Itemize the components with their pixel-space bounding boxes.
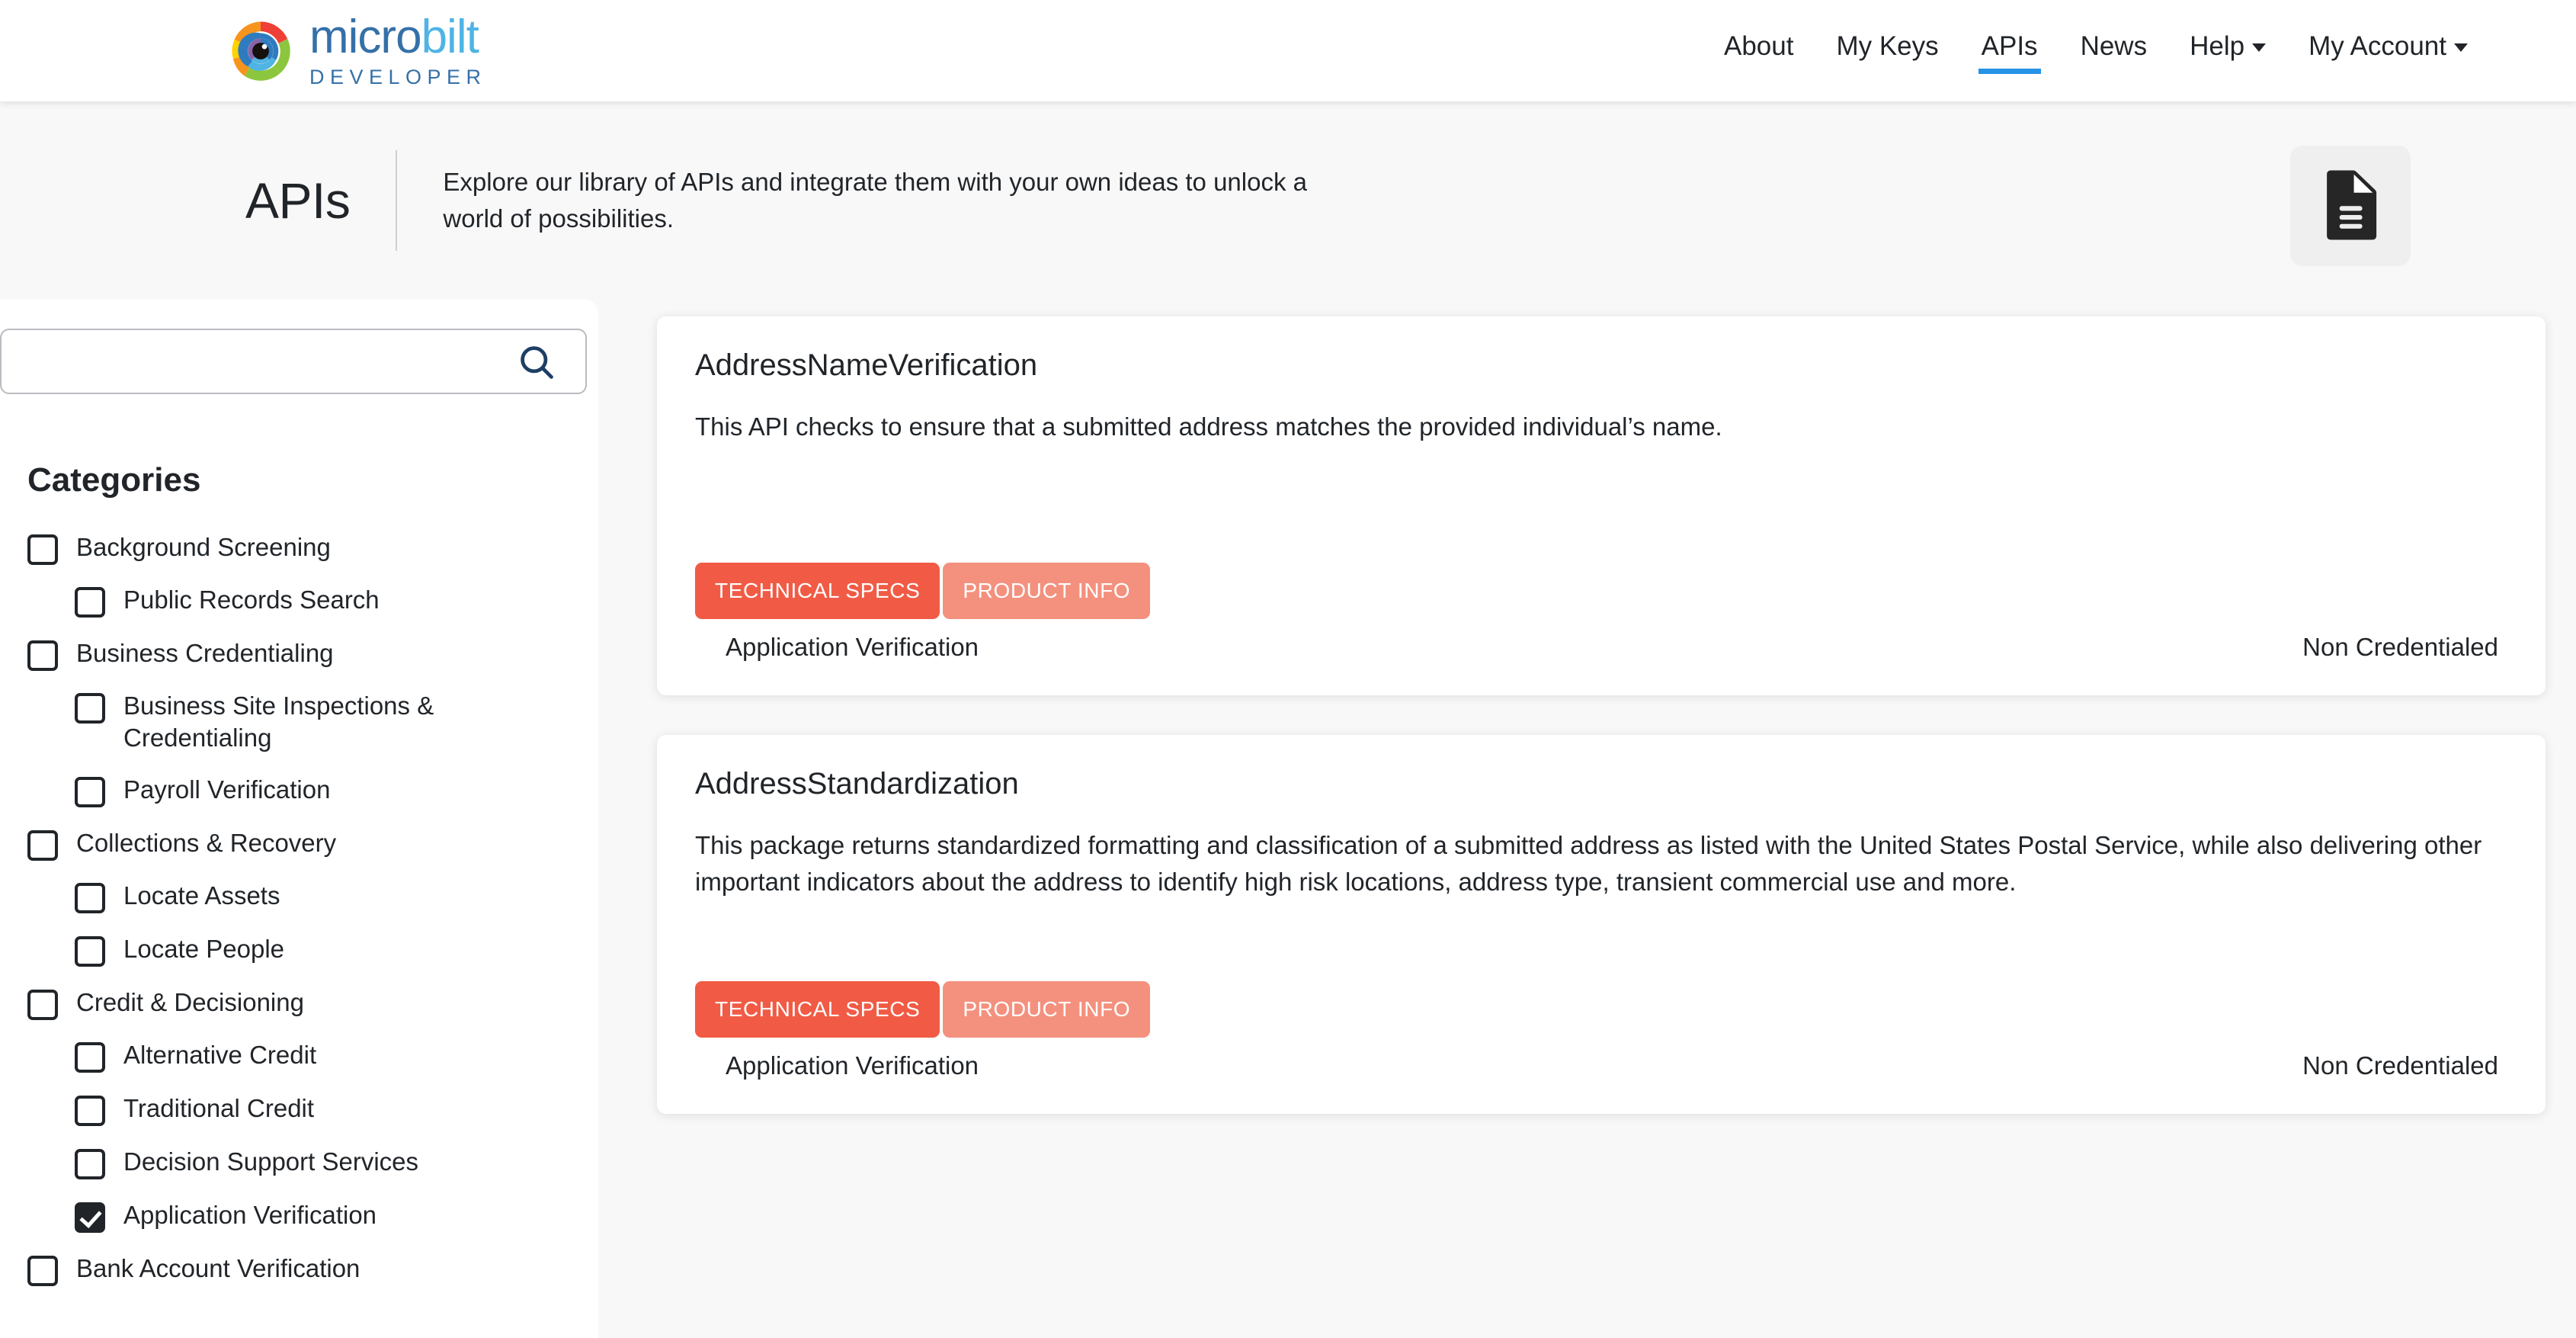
category-label: Payroll Verification xyxy=(123,775,331,804)
category-checkbox[interactable] xyxy=(75,777,105,808)
category-checkbox[interactable] xyxy=(75,1202,105,1234)
category-checkbox[interactable] xyxy=(75,1149,105,1180)
chevron-down-icon xyxy=(2252,43,2267,52)
nav-item-help-label: Help xyxy=(2190,30,2245,61)
product-info-button[interactable]: PRODUCT INFO xyxy=(943,563,1151,619)
category-checkbox[interactable] xyxy=(75,1096,105,1127)
category-label: Application Verification xyxy=(123,1201,377,1230)
category-checkbox[interactable] xyxy=(75,587,105,618)
nav-item-my-account-label: My Account xyxy=(2308,30,2446,61)
nav-links: About My Keys APIs News Help My Account xyxy=(1721,24,2471,79)
category-checkbox[interactable] xyxy=(27,830,58,862)
product-info-button[interactable]: PRODUCT INFO xyxy=(943,981,1151,1038)
page-header-band: APIs Explore our library of APIs and int… xyxy=(0,101,2576,300)
category-row[interactable]: Bank Account Verification xyxy=(0,1253,598,1287)
document-icon xyxy=(2321,170,2380,242)
categories-heading: Categories xyxy=(27,461,201,499)
api-card-actions: TECHNICAL SPECS PRODUCT INFO xyxy=(695,563,2507,619)
category-row[interactable]: Public Records Search xyxy=(0,584,598,618)
category-row[interactable]: Business Site Inspections & Credentialin… xyxy=(0,690,598,754)
category-checkbox[interactable] xyxy=(75,693,105,724)
api-cards-list: AddressNameVerification This API checks t… xyxy=(657,316,2546,1154)
api-card-footer: Application Verification Non Credentialed xyxy=(695,619,2507,695)
api-card: AddressStandardization This package retur… xyxy=(657,735,2546,1114)
brand-name-part2: bilt xyxy=(421,11,479,63)
category-row[interactable]: Locate Assets xyxy=(0,880,598,914)
search-input[interactable] xyxy=(0,329,587,394)
brand-wordmark: microbilt DEVELOPER xyxy=(309,14,487,88)
nav-item-my-keys[interactable]: My Keys xyxy=(1833,24,1941,79)
api-card-credential-status: Non Credentialed xyxy=(2302,1051,2498,1080)
category-checkbox[interactable] xyxy=(27,534,58,565)
microbilt-eye-logo-icon xyxy=(229,19,293,83)
nav-item-news[interactable]: News xyxy=(2078,24,2151,79)
category-row[interactable]: Alternative Credit xyxy=(0,1039,598,1073)
search-container xyxy=(0,329,587,394)
category-row[interactable]: Credit & Decisioning xyxy=(0,987,598,1021)
category-row[interactable]: Decision Support Services xyxy=(0,1146,598,1180)
api-card-credential-status: Non Credentialed xyxy=(2302,633,2498,661)
category-label: Bank Account Verification xyxy=(76,1254,360,1283)
page-header-inner: APIs Explore our library of APIs and int… xyxy=(245,150,1327,251)
category-label: Public Records Search xyxy=(123,586,380,614)
category-checkbox[interactable] xyxy=(75,936,105,967)
api-card-category: Application Verification xyxy=(726,633,979,661)
api-card-title: AddressNameVerification xyxy=(695,348,1038,382)
category-label: Decision Support Services xyxy=(123,1147,419,1176)
technical-specs-button[interactable]: TECHNICAL SPECS xyxy=(695,563,940,619)
api-card-actions: TECHNICAL SPECS PRODUCT INFO xyxy=(695,981,2507,1038)
category-label: Credit & Decisioning xyxy=(76,988,304,1017)
page-content: Categories Background Screening Public Re… xyxy=(0,300,2576,1338)
category-row[interactable]: Locate People xyxy=(0,933,598,967)
category-checkbox[interactable] xyxy=(75,883,105,914)
category-checkbox[interactable] xyxy=(27,990,58,1021)
page-title: APIs xyxy=(245,172,351,229)
category-label: Business Site Inspections & Credentialin… xyxy=(123,691,434,752)
brand-subtitle: DEVELOPER xyxy=(309,66,487,88)
api-card-category: Application Verification xyxy=(726,1051,979,1080)
chevron-down-icon xyxy=(2454,43,2468,52)
brand-name-part1: micro xyxy=(309,11,422,63)
category-row[interactable]: Business Credentialing xyxy=(0,637,598,671)
api-card: AddressNameVerification This API checks t… xyxy=(657,316,2546,695)
category-label: Alternative Credit xyxy=(123,1041,317,1070)
category-checkbox[interactable] xyxy=(75,1042,105,1073)
category-row[interactable]: Payroll Verification xyxy=(0,774,598,808)
nav-item-about[interactable]: About xyxy=(1721,24,1796,79)
documentation-button[interactable] xyxy=(2290,146,2411,266)
category-label: Traditional Credit xyxy=(123,1094,315,1123)
nav-item-help[interactable]: Help xyxy=(2187,24,2269,79)
category-row[interactable]: Collections & Recovery xyxy=(0,827,598,862)
api-card-title: AddressStandardization xyxy=(695,767,1019,801)
api-card-footer: Application Verification Non Credentialed xyxy=(695,1038,2507,1114)
api-card-description: This API checks to ensure that a submitt… xyxy=(695,412,1722,441)
category-label: Locate People xyxy=(123,935,285,964)
nav-item-my-account[interactable]: My Account xyxy=(2305,24,2471,79)
filter-sidebar: Categories Background Screening Public Re… xyxy=(0,300,598,1338)
category-checkbox[interactable] xyxy=(27,1256,58,1287)
category-row[interactable]: Traditional Credit xyxy=(0,1093,598,1127)
header-divider xyxy=(396,150,398,251)
category-label: Background Screening xyxy=(76,533,331,561)
category-row[interactable]: Background Screening xyxy=(0,531,598,565)
page-header-description: Explore our library of APIs and integrat… xyxy=(443,168,1307,233)
category-label: Collections & Recovery xyxy=(76,829,337,858)
category-checkbox[interactable] xyxy=(27,640,58,671)
categories-list: Background Screening Public Records Searc… xyxy=(0,531,598,1287)
top-navigation-bar: microbilt DEVELOPER About My Keys APIs N… xyxy=(0,0,2576,101)
brand-logo[interactable]: microbilt DEVELOPER xyxy=(229,14,487,88)
technical-specs-button[interactable]: TECHNICAL SPECS xyxy=(695,981,940,1038)
category-row[interactable]: Application Verification xyxy=(0,1199,598,1234)
nav-item-apis[interactable]: APIs xyxy=(1978,24,2041,79)
category-label: Locate Assets xyxy=(123,881,280,910)
category-label: Business Credentialing xyxy=(76,639,334,667)
api-card-description: This package returns standardized format… xyxy=(695,831,2482,896)
